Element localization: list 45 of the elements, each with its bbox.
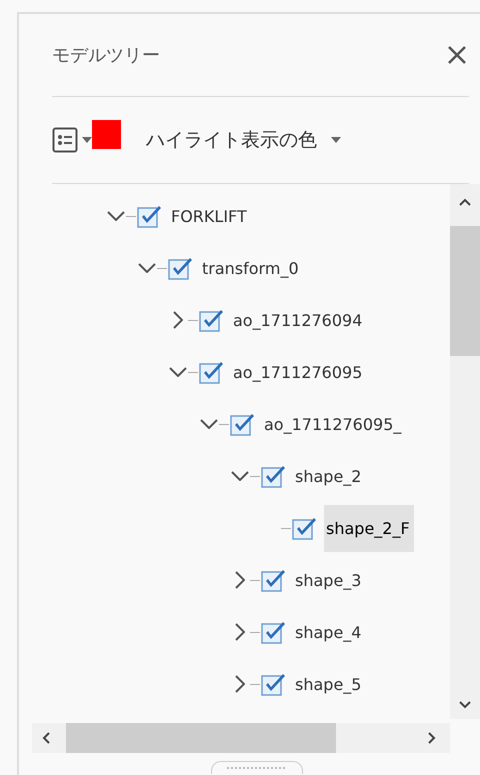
checkbox[interactable]: [261, 620, 287, 644]
scroll-right-icon[interactable]: [428, 732, 436, 744]
chevron-down-icon[interactable]: [138, 263, 156, 273]
tree-item[interactable]: shape_2_F: [324, 504, 414, 552]
scroll-up-icon[interactable]: [459, 198, 471, 206]
checkbox[interactable]: [230, 412, 256, 436]
chevron-down-icon[interactable]: [200, 419, 218, 429]
scroll-thumb[interactable]: [450, 226, 480, 356]
tree-item[interactable]: ao_1711276094: [231, 296, 366, 344]
tree-item[interactable]: transform_0: [200, 244, 303, 292]
chevron-down-icon[interactable]: [107, 211, 125, 221]
tree-item[interactable]: FORKLIFT: [169, 192, 251, 240]
highlight-color-label[interactable]: ハイライト表示の色: [146, 127, 317, 153]
tree-item[interactable]: ao_1711276095: [231, 348, 366, 396]
checkbox[interactable]: [199, 360, 225, 384]
tree-item[interactable]: shape_3: [293, 556, 366, 604]
chevron-right-icon[interactable]: [235, 675, 245, 693]
scroll-thumb[interactable]: [66, 723, 336, 753]
chevron-down-icon[interactable]: [169, 367, 187, 377]
checkbox[interactable]: [292, 516, 318, 540]
tree-item[interactable]: shape_2: [293, 452, 366, 500]
list-icon[interactable]: [52, 127, 78, 153]
checkbox[interactable]: [261, 672, 287, 696]
scroll-left-icon[interactable]: [42, 732, 50, 744]
scroll-down-icon[interactable]: [459, 701, 471, 709]
tree-item[interactable]: shape_5: [293, 660, 366, 708]
chevron-right-icon[interactable]: [173, 311, 183, 329]
checkbox[interactable]: [137, 204, 163, 228]
color-swatch[interactable]: [92, 120, 121, 148]
caret-icon[interactable]: [331, 137, 341, 143]
checkbox[interactable]: [199, 308, 225, 332]
chevron-right-icon[interactable]: [235, 623, 245, 641]
tree-item[interactable]: shape_4: [293, 608, 366, 656]
checkbox[interactable]: [168, 256, 194, 280]
chevron-down-icon[interactable]: [231, 471, 249, 481]
close-icon[interactable]: [447, 45, 467, 65]
vertical-scrollbar[interactable]: [450, 184, 480, 719]
tree-item[interactable]: ao_1711276095_: [262, 400, 406, 448]
caret-icon[interactable]: [82, 137, 92, 143]
chevron-right-icon[interactable]: [235, 571, 245, 589]
panel-title: モデルツリー: [52, 44, 160, 67]
checkbox[interactable]: [261, 464, 287, 488]
horizontal-scrollbar[interactable]: [32, 723, 450, 753]
checkbox[interactable]: [261, 568, 287, 592]
resize-grip[interactable]: [211, 761, 303, 774]
